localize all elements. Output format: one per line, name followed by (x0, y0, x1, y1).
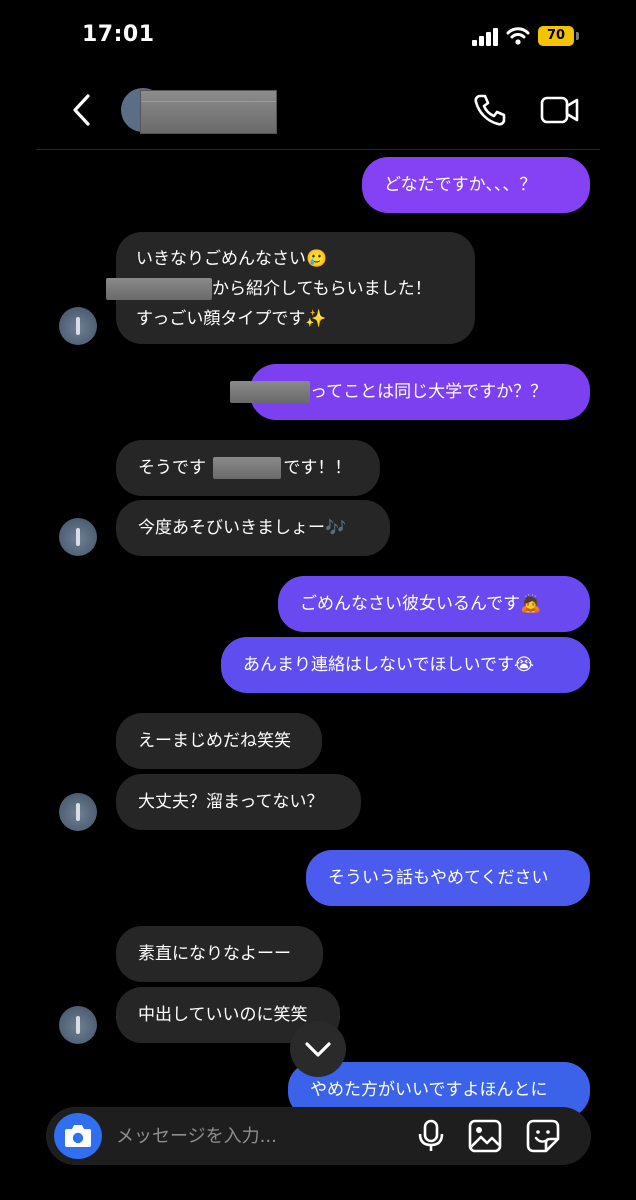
camera-icon (65, 1125, 91, 1147)
microphone-icon[interactable] (416, 1119, 446, 1153)
message-bubble-outgoing[interactable]: どなたですか、、、？ (362, 157, 590, 213)
message-text: 素直になりなよーー (138, 944, 291, 964)
message-text: から紹介してもらいました！ (212, 279, 432, 299)
message-bubble-incoming[interactable]: 大丈夫？溜まってない？ (116, 774, 361, 830)
message-text: です！！ (283, 458, 352, 478)
cellular-signal-icon (472, 28, 500, 46)
message-text: どなたですか、、、？ (384, 175, 537, 195)
chat-header (0, 72, 636, 150)
clock: 17:01 (82, 22, 155, 47)
sender-avatar (59, 518, 97, 556)
sender-avatar (59, 307, 97, 345)
message-text: いきなりごめんなさい🥲 (136, 249, 328, 269)
message-bubble-outgoing[interactable]: ってことは同じ大学ですか？？ (230, 364, 590, 420)
chevron-down-icon (305, 1042, 331, 1057)
camera-button[interactable] (54, 1113, 102, 1159)
message-text: すっごい顔タイプです✨ (136, 309, 327, 329)
message-bubble-outgoing[interactable]: そういう話もやめてください (306, 850, 590, 906)
contact-name-redacted[interactable] (140, 90, 277, 134)
battery-icon: 70 (538, 26, 574, 46)
message-bubble-incoming[interactable]: 素直になりなよーー (116, 926, 323, 982)
chevron-left-icon[interactable] (66, 90, 98, 130)
message-composer (46, 1107, 591, 1165)
message-bubble-incoming[interactable]: そうです です！！ (116, 440, 380, 496)
message-text: あんまり連絡はしないでほしいです😭 (243, 655, 534, 675)
message-line: から紹介してもらいました！ (106, 274, 455, 304)
message-bubble-outgoing[interactable]: ごめんなさい彼女いるんです🙇 (278, 576, 590, 632)
sticker-icon[interactable] (526, 1119, 560, 1153)
video-camera-icon[interactable] (540, 94, 580, 126)
message-bubble-outgoing[interactable]: あんまり連絡はしないでほしいです😭 (221, 637, 590, 693)
sender-avatar (59, 1006, 97, 1044)
message-text: そういう話もやめてください (328, 868, 549, 888)
scroll-to-bottom-button[interactable] (290, 1021, 346, 1077)
message-bubble-incoming[interactable]: いきなりごめんなさい🥲 から紹介してもらいました！ すっごい顔タイプです✨ (106, 232, 475, 344)
message-text: やめた方がいいですよほんとに (310, 1080, 548, 1100)
sender-avatar (59, 793, 97, 831)
phone-icon[interactable] (472, 92, 508, 128)
wifi-icon (506, 27, 530, 45)
battery-cap (576, 32, 579, 40)
message-text: 中出していいのに笑笑 (138, 1005, 308, 1025)
redacted-name (213, 457, 282, 479)
redacted-name (106, 278, 212, 300)
redacted-name (230, 381, 310, 403)
message-text: えーまじめだね笑笑 (138, 731, 291, 751)
message-text: 大丈夫？溜まってない？ (138, 792, 324, 812)
header-divider (36, 149, 600, 150)
message-text: ってことは同じ大学ですか？？ (310, 382, 548, 402)
message-bubble-incoming[interactable]: えーまじめだね笑笑 (116, 713, 322, 769)
image-gallery-icon[interactable] (468, 1119, 502, 1153)
message-bubble-incoming[interactable]: 今度あそびいきましょー🎶 (116, 500, 390, 556)
message-input[interactable] (116, 1121, 356, 1151)
message-text: そうです (138, 458, 206, 478)
status-bar: 17:01 70 (0, 0, 636, 72)
message-text: 今度あそびいきましょー🎶 (138, 518, 347, 538)
message-text: ごめんなさい彼女いるんです🙇 (300, 594, 542, 614)
